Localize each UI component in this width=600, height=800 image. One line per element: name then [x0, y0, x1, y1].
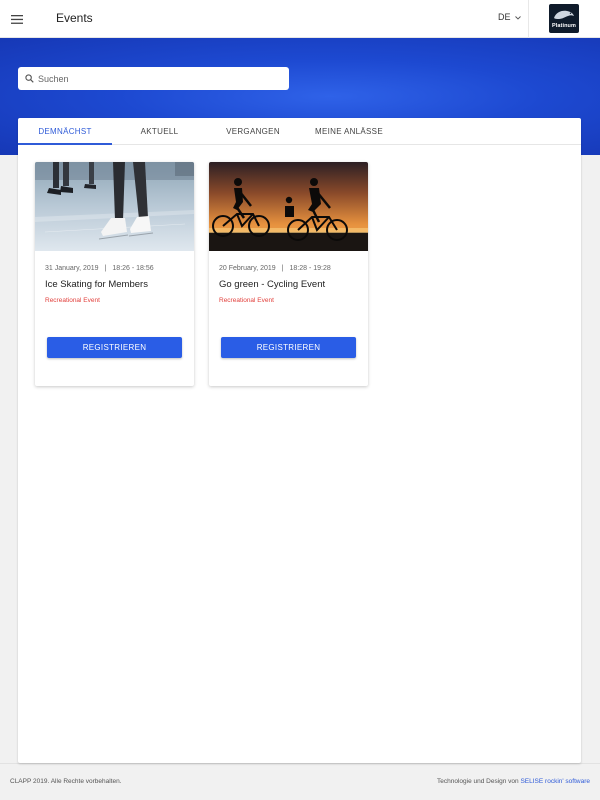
appbar-divider [528, 0, 529, 38]
event-tabs: DEMNÄCHST AKTUELL VERGANGEN MEINE ANLÄSS… [18, 118, 581, 145]
event-date: 31 January, 2019 [45, 265, 99, 272]
event-time: 18:26 - 18:56 [112, 265, 154, 272]
copyright-text: CLAPP 2019. Alle Rechte vorbehalten. [10, 778, 122, 785]
register-button[interactable]: REGISTRIEREN [47, 337, 182, 358]
tab-vergangen[interactable]: VERGANGEN [207, 118, 299, 145]
search-input[interactable] [38, 73, 278, 84]
chevron-down-icon [514, 12, 521, 22]
search-box[interactable] [18, 67, 289, 90]
event-time: 18:28 - 19:28 [289, 265, 331, 272]
panther-icon [554, 10, 574, 19]
brand-logo[interactable]: Platinum [549, 4, 579, 33]
search-icon [25, 70, 34, 88]
event-datetime: 31 January, 2019 | 18:26 - 18:56 [45, 265, 154, 272]
event-card[interactable]: 31 January, 2019 | 18:26 - 18:56 Ice Skati… [35, 162, 194, 386]
cycling-sunset-image [209, 162, 368, 251]
event-category: Recreational Event [219, 297, 274, 304]
menu-icon[interactable] [6, 6, 28, 32]
event-card[interactable]: 20 February, 2019 | 18:28 - 19:28 Go green… [209, 162, 368, 386]
ice-skating-image [35, 162, 194, 251]
footer: CLAPP 2019. Alle Rechte vorbehalten. Tec… [0, 763, 600, 800]
events-panel: DEMNÄCHST AKTUELL VERGANGEN MEINE ANLÄSS… [18, 118, 581, 763]
separator: | [281, 265, 284, 272]
app-bar: Events DE Platinum [0, 0, 600, 38]
event-category: Recreational Event [45, 297, 100, 304]
tab-demnaechst[interactable]: DEMNÄCHST [18, 118, 112, 145]
separator: | [104, 265, 107, 272]
tab-aktuell[interactable]: AKTUELL [112, 118, 207, 145]
event-date: 20 February, 2019 [219, 265, 276, 272]
language-selector[interactable]: DE [498, 12, 521, 22]
active-tab-indicator [18, 143, 112, 145]
logo-text: Platinum [551, 23, 577, 29]
credit-text: Technologie und Design von SELISE rockin… [437, 778, 590, 785]
event-datetime: 20 February, 2019 | 18:28 - 19:28 [219, 265, 331, 272]
page-title: Events [56, 11, 93, 25]
tab-meine-anlaesse[interactable]: MEINE ANLÄSSE [299, 118, 399, 145]
language-label: DE [498, 12, 511, 22]
credit-link[interactable]: SELISE rockin' software [520, 778, 590, 785]
credit-prefix: Technologie und Design von [436, 778, 519, 785]
event-title[interactable]: Go green - Cycling Event [219, 279, 325, 290]
register-button[interactable]: REGISTRIEREN [221, 337, 356, 358]
event-title[interactable]: Ice Skating for Members [45, 279, 148, 290]
